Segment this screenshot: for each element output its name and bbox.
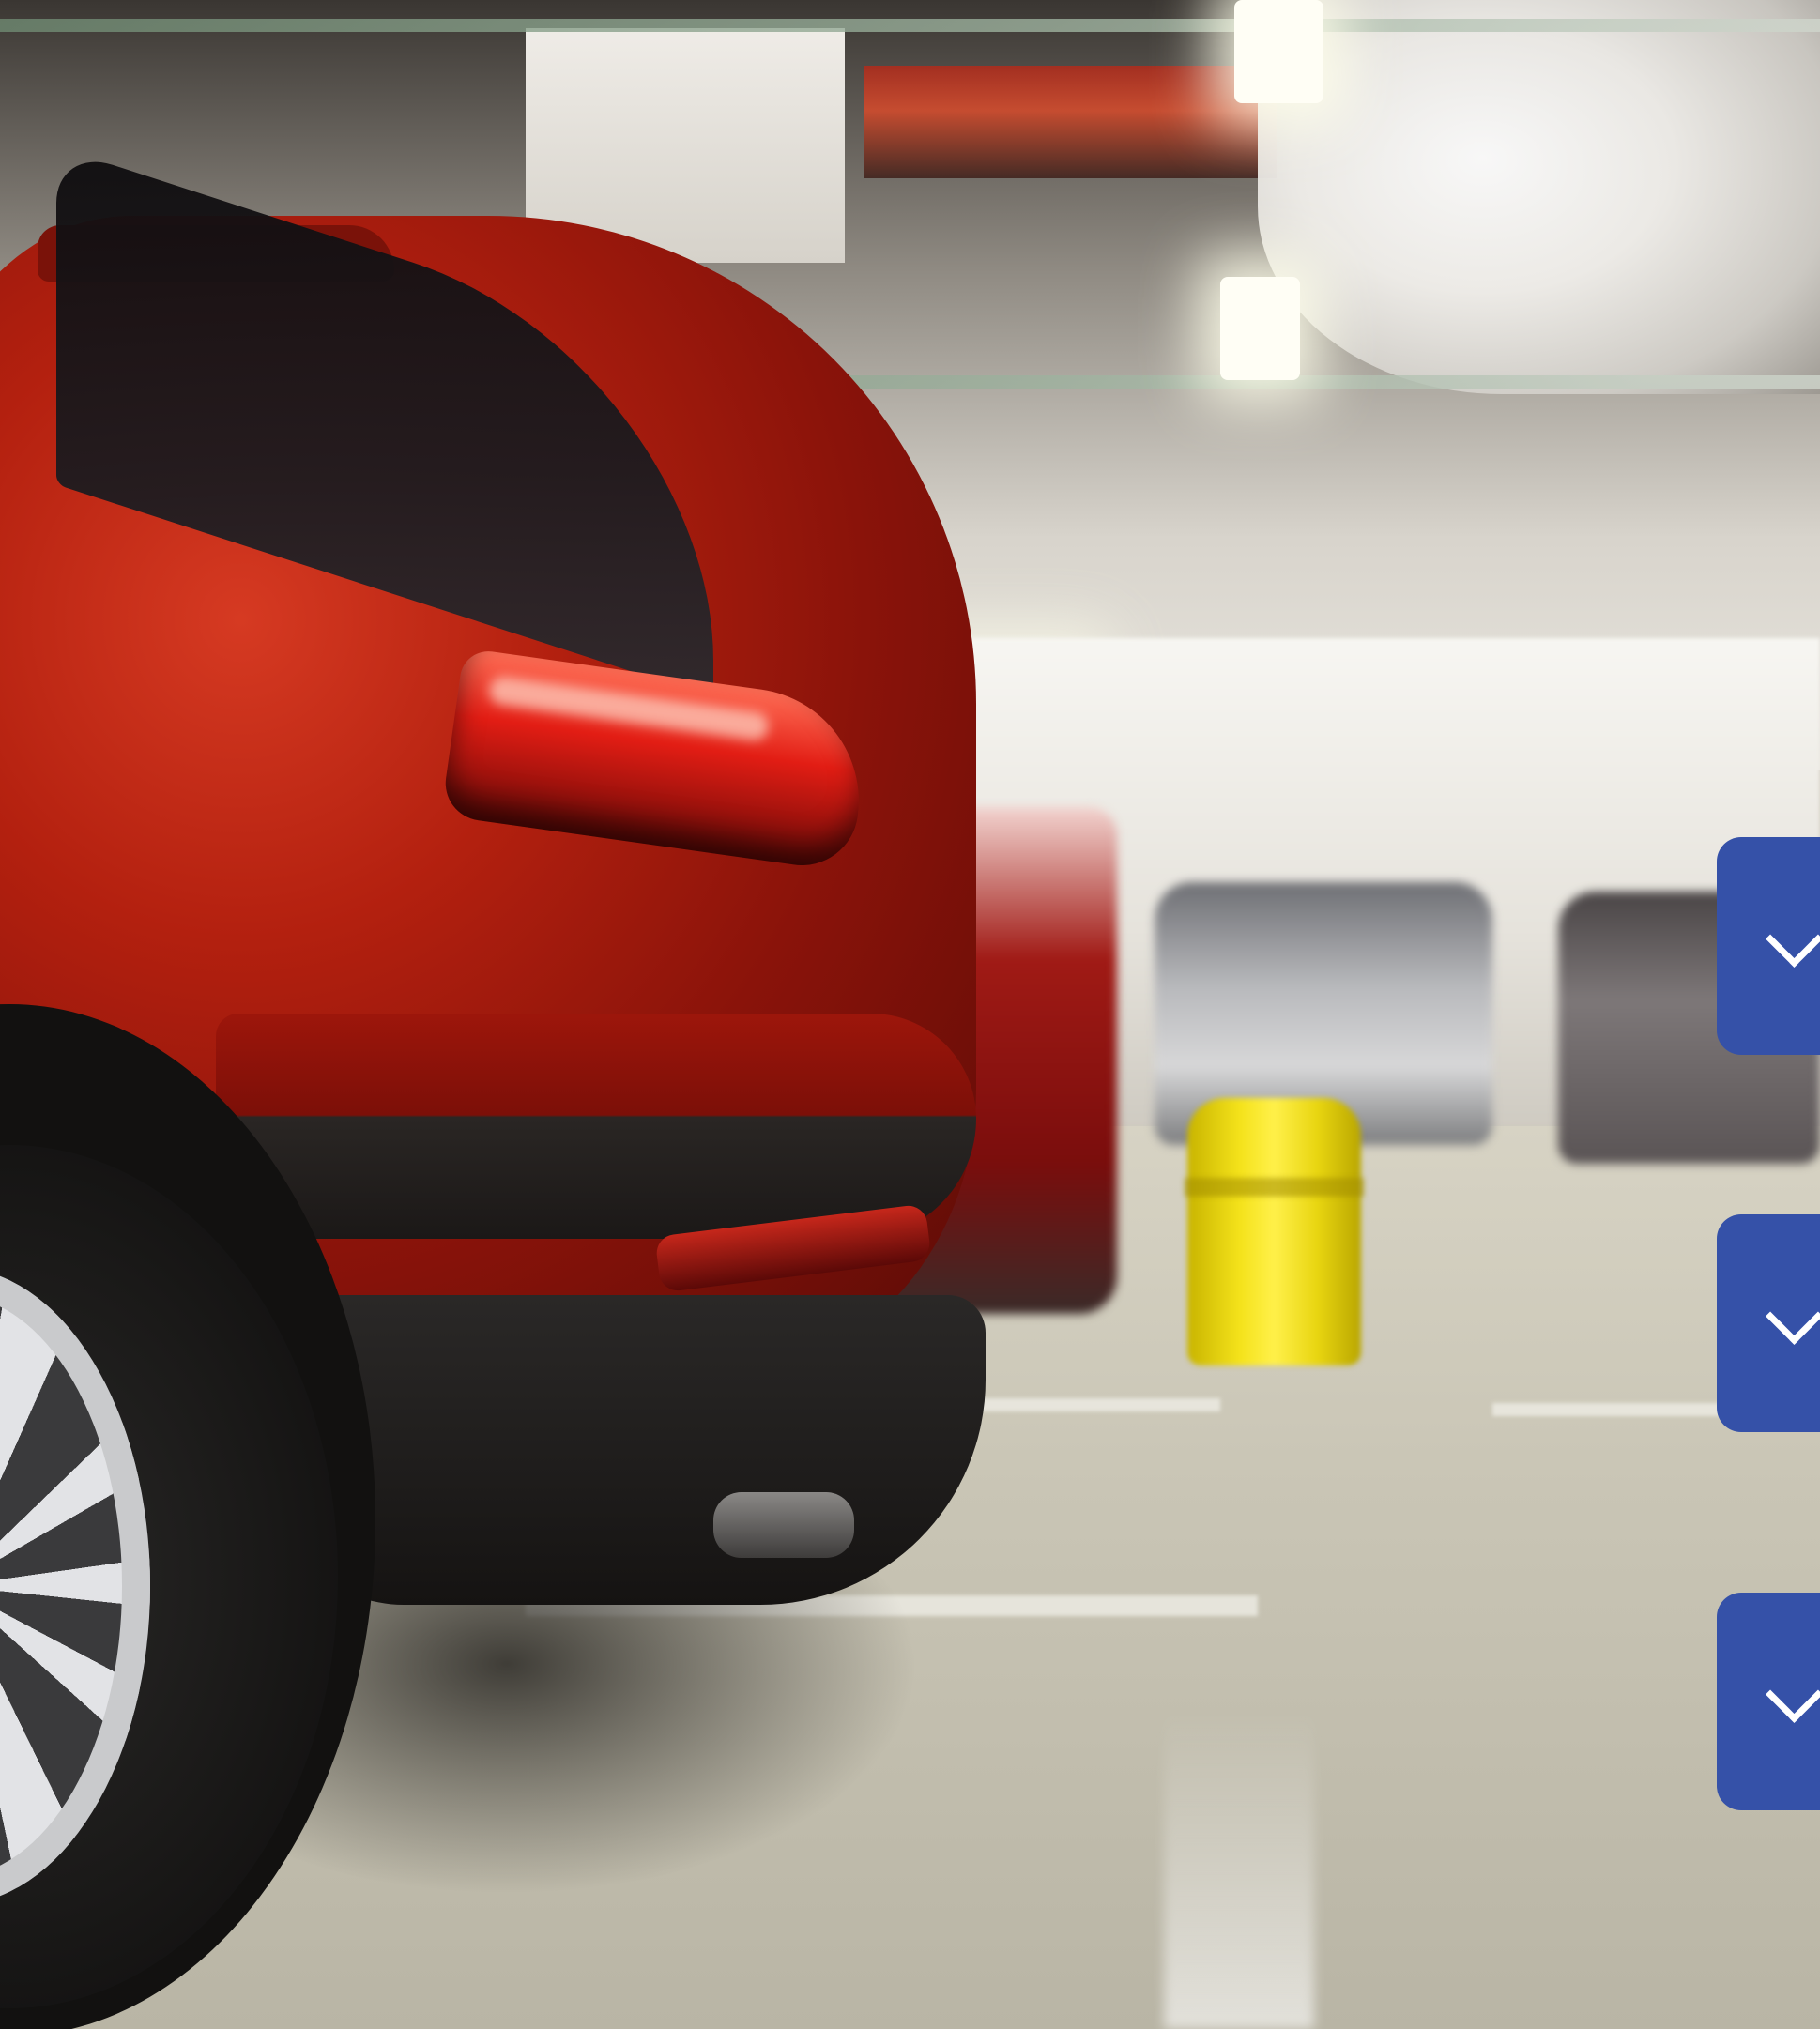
car-lower-bumper bbox=[272, 1295, 986, 1605]
ceiling-beam bbox=[864, 66, 1277, 178]
accordion-toggle-1[interactable] bbox=[1717, 837, 1820, 1055]
ceiling-duct bbox=[1258, 0, 1820, 394]
accordion-toggle-3[interactable] bbox=[1717, 1593, 1820, 1810]
car-bumper bbox=[216, 1014, 976, 1239]
car-exhaust bbox=[713, 1492, 854, 1558]
chevron-down-icon bbox=[1766, 1666, 1820, 1723]
accordion-toggle-2[interactable] bbox=[1717, 1214, 1820, 1432]
chevron-down-icon bbox=[1766, 910, 1820, 968]
chevron-down-icon bbox=[1766, 1288, 1820, 1345]
yellow-bollard bbox=[1187, 1098, 1361, 1365]
ceiling-light bbox=[1234, 0, 1323, 103]
ceiling-light bbox=[1220, 277, 1300, 380]
background-photo bbox=[0, 0, 1820, 2029]
page bbox=[0, 0, 1820, 2029]
ceiling-pipe bbox=[0, 19, 1820, 32]
floor-reflection bbox=[1164, 1708, 1314, 2029]
bollard-band bbox=[1185, 1178, 1364, 1197]
